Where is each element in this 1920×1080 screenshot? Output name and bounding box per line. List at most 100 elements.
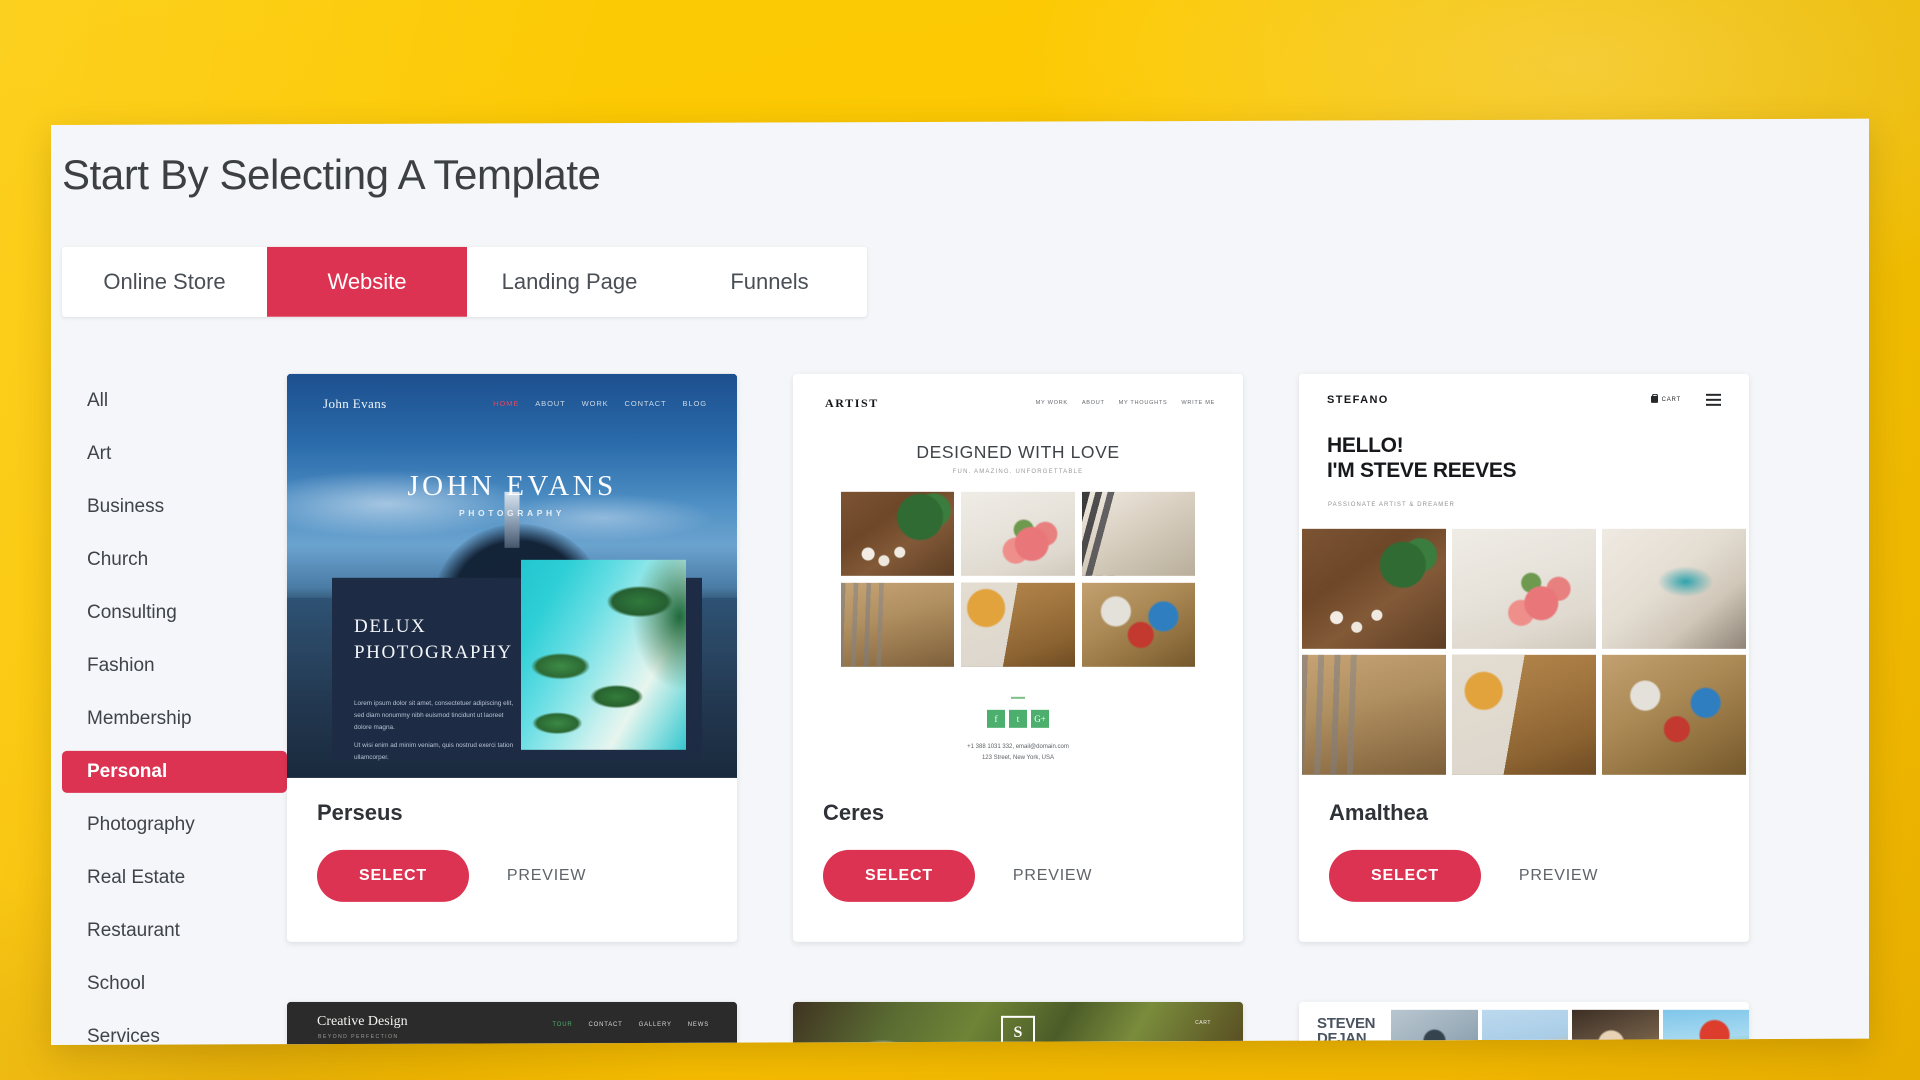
category-sidebar: All Art Business Church Consulting Fashi… — [62, 374, 287, 1045]
amalthea-gallery-image-2 — [1452, 528, 1596, 649]
amalthea-gallery-image-3 — [1602, 528, 1746, 649]
sidebar-item-art[interactable]: Art — [62, 433, 287, 475]
template-thumbnail-perseus[interactable]: John Evans HOME ABOUT WORK CONTACT BLOG … — [287, 373, 737, 778]
ceres-gallery-image-4 — [841, 582, 955, 667]
tab-landing-page[interactable]: Landing Page — [467, 247, 672, 317]
template-thumbnail-steven-dejan[interactable]: STEVEN DEJAN — [1299, 1001, 1749, 1046]
perseus-hero-subtitle: PHOTOGRAPHY — [458, 507, 566, 518]
select-button-amalthea[interactable]: SELECT — [1329, 849, 1481, 902]
creative-design-logo: Creative Design — [317, 1013, 408, 1029]
amalthea-cart: CART — [1650, 395, 1681, 403]
sidebar-item-church[interactable]: Church — [62, 539, 287, 581]
amalthea-gallery-grid — [1302, 528, 1746, 775]
template-type-tabs: Online Store Website Landing Page Funnel… — [62, 246, 867, 317]
preview-button-amalthea[interactable]: PREVIEW — [1519, 867, 1598, 885]
ceres-nav-about: ABOUT — [1081, 399, 1105, 406]
template-card-partial-1[interactable]: Creative Design BEYOND PERFECTION TOUR C… — [287, 1001, 737, 1046]
perseus-island-photo — [521, 559, 686, 750]
amalthea-gallery-image-4 — [1302, 654, 1446, 775]
template-card-perseus[interactable]: John Evans HOME ABOUT WORK CONTACT BLOG … — [287, 373, 737, 942]
perseus-logo: John Evans — [323, 395, 387, 411]
tab-online-store[interactable]: Online Store — [62, 247, 267, 317]
perseus-panel-heading: DELUX PHOTOGRAPHY — [354, 614, 534, 666]
creative-nav-tour: TOUR — [552, 1021, 573, 1028]
ceres-divider — [793, 686, 1243, 704]
perseus-nav-about: ABOUT — [535, 398, 566, 408]
ceres-gallery-image-1 — [841, 491, 955, 576]
template-thumbnail-creative-design[interactable]: Creative Design BEYOND PERFECTION TOUR C… — [287, 1001, 737, 1046]
ceres-gallery-image-5 — [961, 582, 1075, 667]
template-name-amalthea: Amalthea — [1329, 799, 1429, 825]
nature-template-logo: S — [1001, 1015, 1035, 1046]
ceres-gallery-image-6 — [1081, 582, 1195, 667]
sidebar-item-membership[interactable]: Membership — [62, 698, 287, 740]
amalthea-gallery-image-1 — [1302, 528, 1446, 649]
template-name-ceres: Ceres — [823, 799, 885, 825]
ceres-logo: ARTIST — [825, 395, 879, 410]
template-thumbnail-nature[interactable]: S CART — [793, 1001, 1243, 1046]
template-card-actions: SELECT PREVIEW — [1329, 849, 1719, 902]
template-card-partial-2[interactable]: S CART — [793, 1001, 1243, 1046]
creative-nav-gallery: GALLERY — [638, 1021, 672, 1028]
template-card-amalthea[interactable]: STEFANO CART HELLO! I'M STEVE REEVES PAS… — [1299, 373, 1749, 942]
twitter-icon: t — [1009, 709, 1027, 728]
perseus-hero-title: JOHN EVANS — [407, 469, 617, 502]
sidebar-item-restaurant[interactable]: Restaurant — [62, 910, 287, 952]
template-card-ceres[interactable]: ARTIST MY WORK ABOUT MY THOUGHTS WRITE M… — [793, 373, 1243, 942]
preview-button-perseus[interactable]: PREVIEW — [507, 867, 586, 885]
template-thumbnail-amalthea[interactable]: STEFANO CART HELLO! I'M STEVE REEVES PAS… — [1299, 373, 1749, 778]
perseus-nav: HOME ABOUT WORK CONTACT BLOG — [493, 399, 707, 408]
template-thumbnail-ceres[interactable]: ARTIST MY WORK ABOUT MY THOUGHTS WRITE M… — [793, 373, 1243, 778]
hamburger-menu-icon — [1706, 393, 1721, 409]
sidebar-item-consulting[interactable]: Consulting — [62, 592, 287, 634]
steven-photo-1 — [1391, 1009, 1478, 1046]
amalthea-hero-title: HELLO! I'M STEVE REEVES — [1327, 434, 1516, 484]
content-area: All Art Business Church Consulting Fashi… — [51, 373, 1869, 1046]
ceres-social-links: f t G+ — [793, 709, 1243, 728]
template-card-partial-3[interactable]: STEVEN DEJAN — [1299, 1001, 1749, 1046]
ceres-gallery-grid — [841, 491, 1195, 667]
ceres-gallery-image-2 — [961, 491, 1075, 576]
creative-design-tagline: BEYOND PERFECTION — [318, 1033, 399, 1040]
perseus-nav-work: WORK — [581, 398, 609, 408]
sidebar-item-photography[interactable]: Photography — [62, 804, 287, 846]
select-button-perseus[interactable]: SELECT — [317, 849, 469, 902]
sidebar-item-all[interactable]: All — [62, 380, 287, 422]
tab-funnels[interactable]: Funnels — [672, 247, 867, 317]
sidebar-item-real-estate[interactable]: Real Estate — [62, 857, 287, 899]
sidebar-item-school[interactable]: School — [62, 963, 287, 1005]
perseus-feature-panel: DELUX PHOTOGRAPHY Lorem ipsum dolor sit … — [332, 559, 702, 761]
amalthea-gallery-image-6 — [1602, 654, 1746, 775]
preview-button-ceres[interactable]: PREVIEW — [1013, 867, 1092, 885]
nature-template-cart: CART — [1195, 1019, 1211, 1026]
ceres-nav-write-me: WRITE ME — [1181, 399, 1215, 406]
ceres-hero-title: DESIGNED WITH LOVE — [916, 441, 1120, 462]
template-name-perseus: Perseus — [317, 799, 403, 825]
perseus-panel-body-2: Ut wisi enim ad minim veniam, quis nostr… — [354, 741, 514, 761]
template-card-body: Ceres SELECT PREVIEW — [793, 778, 1243, 902]
perseus-panel-heading-line1: DELUX — [354, 615, 427, 637]
creative-nav-contact: CONTACT — [588, 1021, 623, 1028]
template-card-actions: SELECT PREVIEW — [823, 849, 1213, 902]
sidebar-item-personal[interactable]: Personal — [62, 750, 287, 793]
select-button-ceres[interactable]: SELECT — [823, 849, 975, 902]
perseus-panel-body-1: Lorem ipsum dolor sit amet, consectetuer… — [354, 699, 514, 731]
creative-nav-news: NEWS — [687, 1021, 709, 1028]
sidebar-item-business[interactable]: Business — [62, 486, 287, 528]
steven-photo-2 — [1481, 1009, 1568, 1046]
template-card-body: Perseus SELECT PREVIEW — [287, 778, 737, 902]
ceres-nav-my-thoughts: MY THOUGHTS — [1118, 399, 1168, 406]
sidebar-item-fashion[interactable]: Fashion — [62, 645, 287, 687]
sidebar-item-services[interactable]: Services — [62, 1016, 287, 1045]
perseus-nav-home: HOME — [493, 398, 520, 408]
ceres-hero-subtitle: FUN. AMAZING. UNFORGETTABLE — [952, 468, 1084, 475]
tab-website[interactable]: Website — [267, 246, 467, 317]
ceres-contact-info: +1 388 1031 332, email@domain.com 123 St… — [793, 742, 1243, 763]
steven-dejan-name: STEVEN DEJAN — [1299, 1001, 1391, 1045]
template-chooser-panel: Start By Selecting A Template Online Sto… — [51, 118, 1869, 1046]
template-grid: John Evans HOME ABOUT WORK CONTACT BLOG … — [287, 373, 1869, 1046]
template-card-actions: SELECT PREVIEW — [317, 849, 707, 902]
amalthea-cart-label: CART — [1661, 396, 1681, 403]
amalthea-logo: STEFANO — [1327, 393, 1389, 406]
ceres-contact-line-1: +1 388 1031 332, email@domain.com — [967, 743, 1069, 750]
